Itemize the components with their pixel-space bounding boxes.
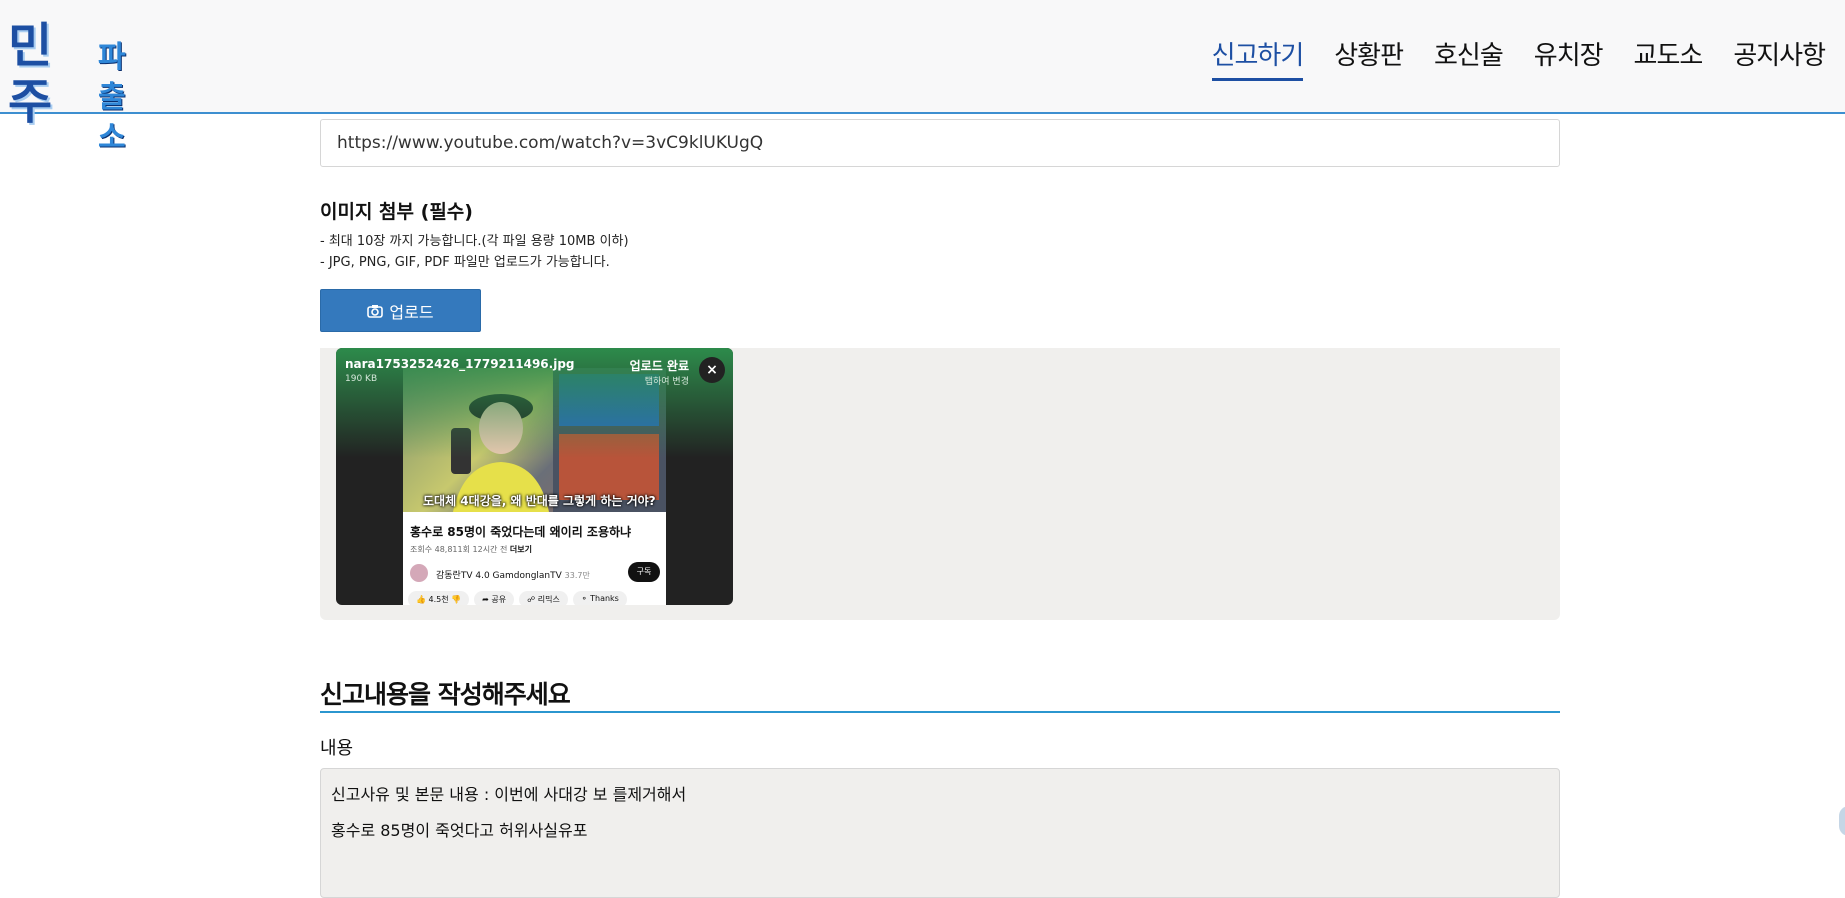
site-header: 민주 파출소 신고하기 상황판 호신술 유치장 교도소 공지사항 xyxy=(0,0,1845,155)
main-nav: 신고하기 상황판 호신술 유치장 교도소 공지사항 xyxy=(1211,38,1826,81)
channel-name: 감동란TV 4.0 GamdonglanTV 33.7만 xyxy=(436,571,590,581)
upload-status: 업로드 완료 xyxy=(629,359,689,373)
image-preview-area: 도대체 4대강을, 왜 반대를 그렇게 하는 거야? 홍수로 85명이 죽었다는… xyxy=(320,348,1560,620)
nav-holding-cell[interactable]: 유치장 xyxy=(1534,38,1604,81)
upload-button-label: 업로드 xyxy=(389,302,434,322)
nav-report[interactable]: 신고하기 xyxy=(1211,38,1304,81)
subscribe-button: 구독 xyxy=(628,562,660,582)
thanks-action: ⚬ Thanks xyxy=(572,591,627,605)
remix-action: ☍ 리믹스 xyxy=(519,591,568,605)
logo-main-text: 민주 xyxy=(8,18,52,130)
nav-prison[interactable]: 교도소 xyxy=(1634,38,1704,81)
file-size: 190 KB xyxy=(345,374,378,384)
image-hint-formats: - JPG, PNG, GIF, PDF 파일만 업로드가 가능합니다. xyxy=(320,255,610,270)
video-subtitle: 도대체 4대강을, 왜 반대를 그렇게 하는 거야? xyxy=(423,494,656,508)
logo-sub-text: 파출소 xyxy=(98,40,126,155)
share-action: ➦ 공유 xyxy=(474,591,515,605)
upload-button[interactable]: 업로드 xyxy=(320,289,481,332)
channel-avatar xyxy=(410,564,428,582)
content-line-1: 신고사유 및 본문 내용 : 이번에 사대강 보 를제거해서 xyxy=(331,785,687,804)
image-attach-title: 이미지 첨부 (필수) xyxy=(320,201,473,223)
content-textarea[interactable]: 신고사유 및 본문 내용 : 이번에 사대강 보 를제거해서 홍수로 85명이 … xyxy=(320,768,1560,898)
file-name: nara1753252426_1779211496.jpg xyxy=(345,357,575,371)
content-label: 내용 xyxy=(320,738,354,759)
video-meta: 조회수 48,811회 12시간 전 더보기 xyxy=(410,545,532,554)
nav-notices[interactable]: 공지사항 xyxy=(1733,38,1826,81)
video-title: 홍수로 85명이 죽었다는데 왜이리 조용하냐 xyxy=(410,525,632,539)
nav-status-board[interactable]: 상황판 xyxy=(1334,38,1404,81)
uploaded-image-thumbnail[interactable]: 도대체 4대강을, 왜 반대를 그렇게 하는 거야? 홍수로 85명이 죽었다는… xyxy=(336,348,733,605)
camera-icon xyxy=(367,304,384,318)
content-line-2: 홍수로 85명이 죽엇다고 허위사실유포 xyxy=(331,821,588,840)
side-floating-tab[interactable] xyxy=(1839,806,1845,836)
video-actions: 👍 4.5천 👎 ➦ 공유 ☍ 리믹스 ⚬ Thanks xyxy=(408,591,627,605)
remove-image-button[interactable]: × xyxy=(699,357,725,383)
section-divider xyxy=(320,711,1560,713)
like-count: 👍 4.5천 👎 xyxy=(408,591,470,605)
write-section-title: 신고내용을 작성해주세요 xyxy=(320,680,571,709)
upload-status-hint: 탭하여 변경 xyxy=(644,377,689,387)
nav-self-defense[interactable]: 호신술 xyxy=(1434,38,1504,81)
image-hint-max: - 최대 10장 까지 가능합니다.(각 파일 용량 10MB 이하) xyxy=(320,234,629,249)
url-input[interactable] xyxy=(320,119,1560,167)
